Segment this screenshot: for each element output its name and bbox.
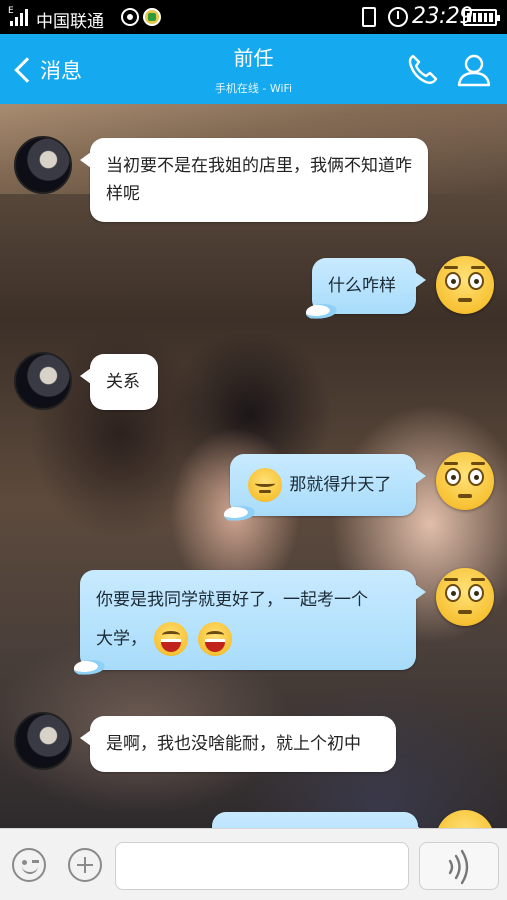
message-text-line: 大学， bbox=[96, 629, 147, 649]
message-bubble-received[interactable]: 当初要不是在我姐的店里，我俩不知道咋样呢 bbox=[80, 138, 428, 222]
message-bubble-sent[interactable]: 那就得升天了 bbox=[224, 454, 426, 522]
grin-emoji-icon bbox=[197, 622, 232, 656]
voice-wave-icon bbox=[448, 849, 469, 885]
alarm-icon bbox=[388, 7, 408, 27]
plus-button[interactable] bbox=[68, 848, 102, 882]
phone-icon bbox=[408, 54, 438, 84]
message-text: 当初要不是在我姐的店里，我俩不知道咋样呢 bbox=[106, 156, 412, 204]
input-bar bbox=[0, 828, 507, 900]
message-bubble-sent[interactable]: 什么咋样 bbox=[306, 258, 426, 320]
message-text: 关系 bbox=[106, 372, 140, 392]
contact-avatar[interactable] bbox=[14, 136, 72, 194]
relieved-emoji-icon bbox=[248, 468, 282, 502]
vibrate-icon bbox=[362, 7, 376, 27]
message-text: 什么咋样 bbox=[328, 276, 396, 296]
message-text: 那就得升天了 bbox=[289, 475, 392, 495]
network-type-label: E bbox=[8, 6, 14, 16]
phone-button[interactable] bbox=[404, 52, 440, 88]
signal-icon: E bbox=[8, 6, 30, 28]
message-text: 是啊，我也没啥能耐，就上个初中 bbox=[106, 734, 361, 754]
message-bubble-received[interactable]: 关系 bbox=[80, 354, 158, 410]
message-bubble-sent[interactable]: 你要是我同学就更好了，一起考一个 大学， bbox=[74, 570, 426, 676]
app-notification-icon bbox=[143, 8, 161, 26]
voice-button[interactable] bbox=[419, 842, 499, 890]
my-avatar[interactable] bbox=[436, 452, 494, 510]
wifi-icon bbox=[121, 8, 139, 26]
message-input[interactable] bbox=[115, 842, 409, 890]
status-bar: E 中国联通 23:29 bbox=[0, 0, 507, 34]
grin-emoji-icon bbox=[154, 622, 189, 656]
bubble-decoration bbox=[306, 304, 340, 320]
bubble-decoration bbox=[224, 506, 258, 522]
battery-icon bbox=[463, 9, 500, 26]
my-avatar[interactable] bbox=[436, 256, 494, 314]
message-text-line: 你要是我同学就更好了，一起考一个 bbox=[96, 590, 368, 610]
contact-avatar[interactable] bbox=[14, 352, 72, 410]
contact-avatar[interactable] bbox=[14, 712, 72, 770]
contact-button[interactable] bbox=[456, 52, 492, 88]
carrier-name: 中国联通 bbox=[36, 12, 104, 32]
chat-header: 消息 前任 手机在线 - WiFi bbox=[0, 34, 507, 104]
bubble-decoration bbox=[74, 660, 108, 676]
message-bubble-received[interactable]: 是啊，我也没啥能耐，就上个初中 bbox=[80, 716, 396, 772]
person-icon bbox=[457, 54, 491, 87]
emoji-button[interactable] bbox=[12, 848, 46, 882]
my-avatar[interactable] bbox=[436, 568, 494, 626]
